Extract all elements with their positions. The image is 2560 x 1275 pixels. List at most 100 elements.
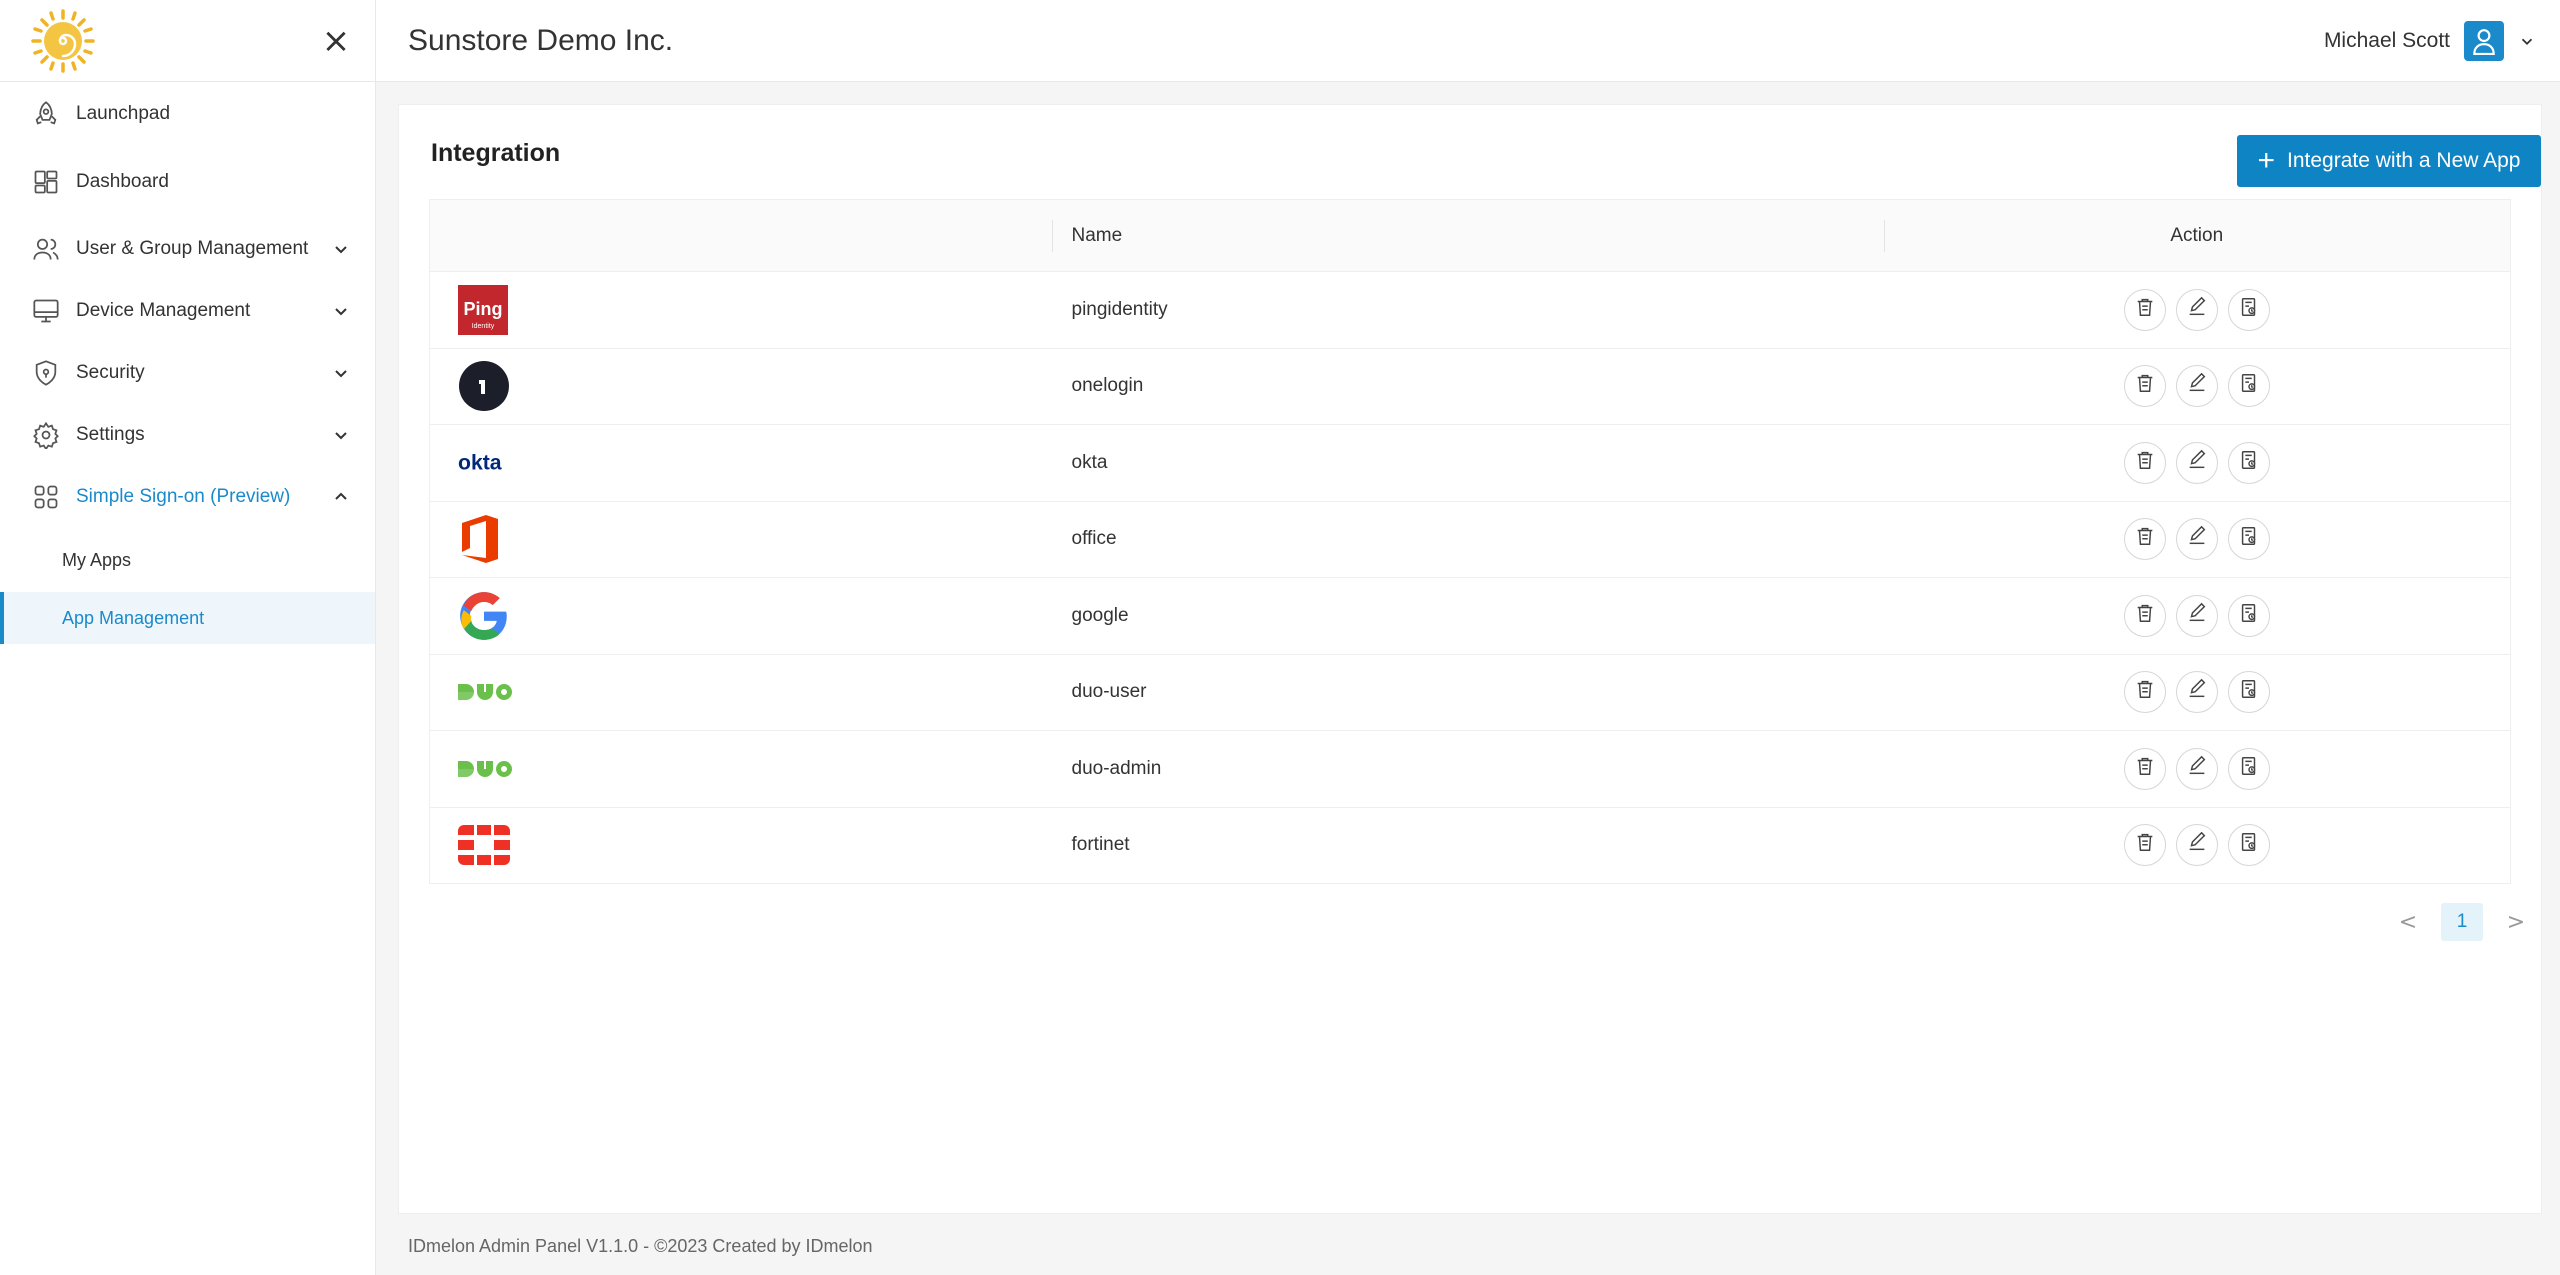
edit-app-button[interactable] (2175, 288, 2218, 331)
onelogin-logo (458, 359, 512, 413)
pencil-icon (2186, 372, 2208, 400)
edit-app-button[interactable] (2175, 441, 2218, 484)
next-page-button[interactable]: > (2501, 907, 2531, 937)
app-actions (1883, 730, 2511, 808)
avatar[interactable] (2464, 20, 2504, 61)
delete-app-button[interactable] (2123, 441, 2166, 484)
sidebar-subitem-app-management[interactable]: App Management (0, 592, 375, 644)
delete-app-button[interactable] (2123, 824, 2166, 867)
pencil-icon (2186, 831, 2208, 859)
sidebar-item-dashboard[interactable]: Dashboard (0, 146, 375, 218)
sidebar-item-label: Security (76, 362, 145, 383)
pencil-icon (2186, 602, 2208, 630)
pencil-icon (2186, 755, 2208, 783)
prev-page-button[interactable]: < (2393, 907, 2423, 937)
sidebar-subitem-label: App Management (62, 607, 205, 628)
app-details-button[interactable] (2227, 365, 2270, 408)
app-name: pingidentity (1051, 271, 1884, 349)
pencil-icon (2186, 525, 2208, 553)
rocket-icon (30, 98, 62, 130)
sidebar-header: × (0, 0, 375, 82)
sidebar-item-device-management[interactable]: Device Management (0, 280, 375, 342)
sidebar-item-launchpad[interactable]: Launchpad (0, 82, 375, 146)
ping-logo: Ping Identity (458, 283, 512, 337)
delete-app-button[interactable] (2123, 747, 2166, 790)
page-number-button[interactable]: 1 (2441, 903, 2483, 941)
office-logo (458, 512, 512, 566)
document-clock-icon (2238, 755, 2260, 783)
delete-app-button[interactable] (2123, 671, 2166, 714)
app-name: google (1051, 577, 1884, 655)
okta-logo-text: okta (458, 452, 502, 475)
document-clock-icon (2238, 831, 2260, 859)
sidebar-item-security[interactable]: Security (0, 342, 375, 404)
column-header-action: Action (1883, 199, 2511, 272)
google-logo (458, 589, 512, 643)
edit-app-button[interactable] (2175, 365, 2218, 408)
document-clock-icon (2238, 525, 2260, 553)
app-name: duo-user (1051, 654, 1884, 731)
close-sidebar-button[interactable]: × (321, 24, 351, 58)
chevron-down-icon (335, 370, 347, 378)
table-row: onelogin (429, 348, 2511, 425)
sidebar-item-label: User & Group Management (76, 238, 309, 259)
svg-text:Identity: Identity (472, 323, 495, 330)
app-details-button[interactable] (2227, 518, 2270, 561)
delete-app-button[interactable] (2123, 518, 2166, 561)
pencil-icon (2186, 678, 2208, 706)
sidebar-item-user-group-management[interactable]: User & Group Management (0, 218, 375, 280)
trash-icon (2134, 449, 2156, 477)
app-name: office (1051, 501, 1884, 578)
delete-app-button[interactable] (2123, 594, 2166, 637)
app-logo-cell (429, 348, 1052, 425)
app-actions (1883, 271, 2511, 349)
plus-icon: + (2257, 144, 2276, 177)
document-clock-icon (2238, 678, 2260, 706)
sidebar-subitem-my-apps[interactable]: My Apps (0, 528, 375, 592)
user-menu[interactable]: Michael Scott (2323, 20, 2536, 61)
edit-app-button[interactable] (2175, 824, 2218, 867)
delete-app-button[interactable] (2123, 365, 2166, 408)
sidebar-item-label: Device Management (76, 300, 251, 321)
edit-app-button[interactable] (2175, 518, 2218, 561)
sidebar-item-settings[interactable]: Settings (0, 404, 375, 466)
chevron-down-icon[interactable] (2518, 32, 2536, 50)
trash-icon (2134, 831, 2156, 859)
app-name: duo-admin (1051, 730, 1884, 808)
app-name: okta (1051, 424, 1884, 502)
edit-app-button[interactable] (2175, 747, 2218, 790)
app-logo-cell: okta (429, 424, 1052, 502)
chevron-down-icon (335, 308, 347, 316)
app-logo-cell (429, 577, 1052, 655)
app-logo-cell (429, 654, 1052, 731)
delete-app-button[interactable] (2123, 288, 2166, 331)
app-details-button[interactable] (2227, 594, 2270, 637)
integrate-new-app-button[interactable]: + Integrate with a New App (2237, 135, 2541, 187)
user-name: Michael Scott (2323, 28, 2450, 52)
table-row: okta okta (429, 424, 2511, 502)
integrate-new-app-label: Integrate with a New App (2287, 149, 2521, 172)
app-details-button[interactable] (2227, 441, 2270, 484)
table-header-row: Name Action (429, 199, 2511, 272)
pagination: < 1 > (2393, 903, 2531, 941)
apps-table: Name Action Ping Identity pingidentity onel… (429, 199, 2511, 884)
users-icon (30, 233, 62, 265)
footer: IDmelon Admin Panel V1.1.0 - ©2023 Creat… (408, 1236, 873, 1256)
document-clock-icon (2238, 372, 2260, 400)
app-details-button[interactable] (2227, 671, 2270, 714)
edit-app-button[interactable] (2175, 594, 2218, 637)
table-row: Ping Identity pingidentity (429, 271, 2511, 349)
app-details-button[interactable] (2227, 824, 2270, 867)
app-actions (1883, 348, 2511, 425)
column-header-logo (429, 199, 1052, 272)
integration-card: Integration + Integrate with a New App N… (398, 104, 2542, 1214)
app-actions (1883, 424, 2511, 502)
app-details-button[interactable] (2227, 288, 2270, 331)
table-row: fortinet (429, 807, 2511, 884)
document-clock-icon (2238, 296, 2260, 324)
edit-app-button[interactable] (2175, 671, 2218, 714)
app-details-button[interactable] (2227, 747, 2270, 790)
table-row: office (429, 501, 2511, 578)
app-logo-cell (429, 501, 1052, 578)
sidebar-item-simple-sign-on[interactable]: Simple Sign-on (Preview) (0, 466, 375, 528)
